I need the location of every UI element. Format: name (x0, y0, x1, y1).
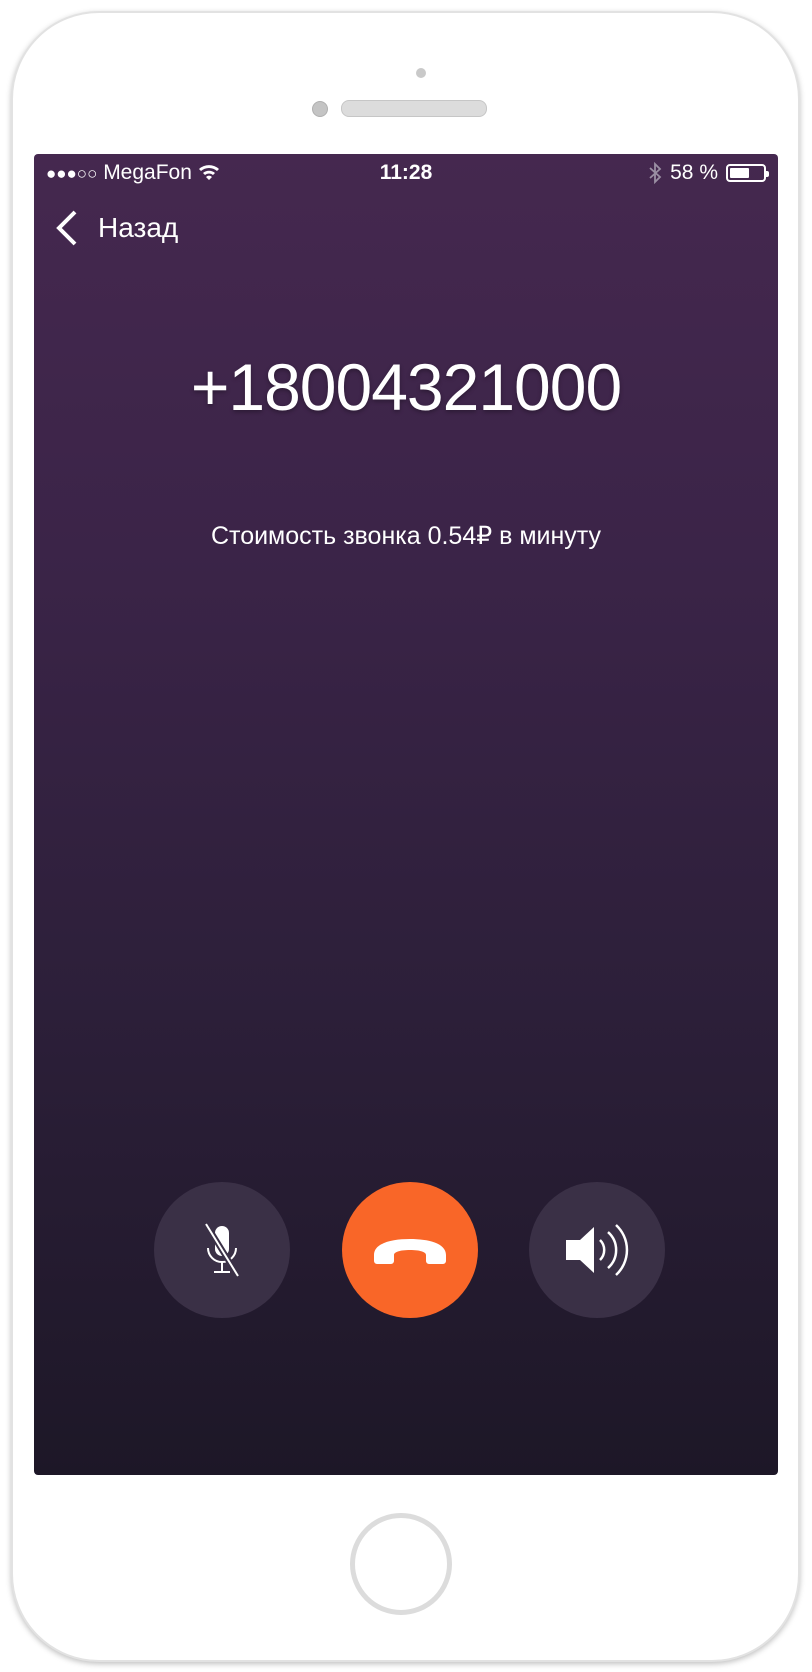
home-button[interactable] (350, 1513, 452, 1615)
chevron-left-icon (56, 210, 77, 246)
proximity-sensor (416, 68, 426, 78)
end-call-button[interactable] (342, 1182, 478, 1318)
back-button[interactable]: Назад (56, 210, 178, 246)
bluetooth-icon (649, 162, 662, 184)
battery-icon (726, 164, 769, 182)
mute-button[interactable] (154, 1182, 290, 1318)
phone-number: +18004321000 (190, 350, 622, 424)
status-bar: ●●●○○ MegaFon 11:28 58 % (34, 159, 778, 189)
back-label: Назад (98, 212, 179, 243)
speaker-button[interactable] (529, 1182, 665, 1318)
front-camera (312, 101, 328, 117)
microphone-muted-icon (203, 1222, 241, 1278)
end-call-icon (374, 1239, 446, 1264)
call-cost: Стоимость звонка 0.54₽ в минуту (210, 522, 602, 550)
call-screen: ●●●○○ MegaFon 11:28 58 % Назад +18004321… (34, 154, 778, 1475)
speaker-icon (566, 1224, 629, 1276)
battery-percent: 58 % (670, 161, 718, 184)
earpiece-speaker (341, 100, 487, 117)
